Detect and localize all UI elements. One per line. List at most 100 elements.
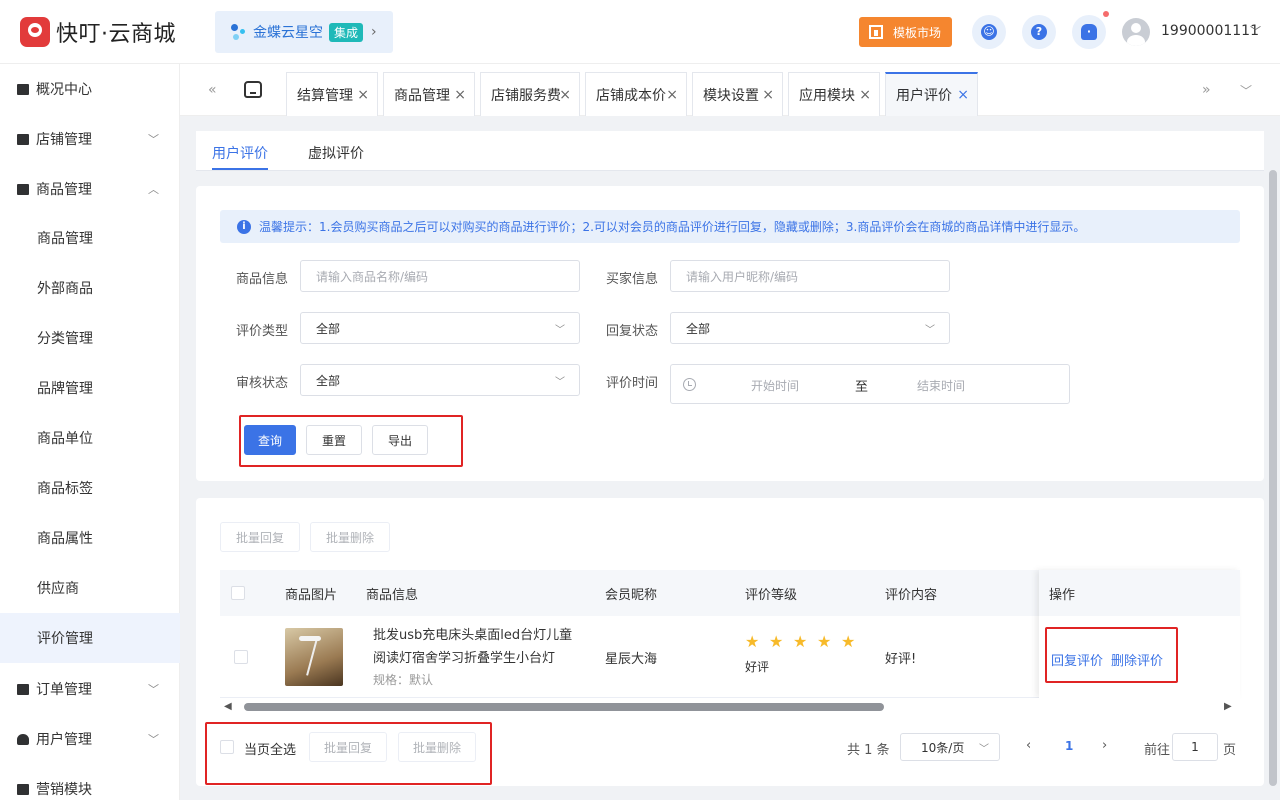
scroll-left-icon[interactable]: ◀ (224, 701, 232, 712)
row-checkbox[interactable] (234, 650, 248, 664)
highlight-box (239, 415, 463, 467)
chevron-down-icon: ﹀ (979, 743, 989, 755)
member-nickname: 星辰大海 (605, 652, 658, 667)
product-info-input[interactable]: 请输入商品名称/编码 (300, 260, 580, 292)
tab-label: 结算管理 (297, 87, 353, 104)
sidebar-subitem-tags[interactable]: 商品标签 (0, 463, 180, 513)
tab-user-reviews[interactable]: 用户评价 × (885, 72, 978, 116)
tab-module-settings[interactable]: 模块设置 × (692, 72, 783, 116)
highlight-box (205, 722, 492, 785)
lock-icon (17, 83, 29, 95)
close-icon[interactable]: × (859, 87, 871, 103)
close-icon[interactable]: × (957, 87, 969, 103)
sidebar-subitem-product-manage[interactable]: 商品管理 (0, 213, 180, 263)
template-market-button[interactable]: 模板市场 (859, 17, 952, 47)
page-size-select[interactable]: 10条/页 ﹀ (900, 733, 1000, 761)
sidebar-subitem-attributes[interactable]: 商品属性 (0, 513, 180, 563)
sidebar-item-label: 营销模块 (36, 782, 92, 798)
customer-service-button[interactable]: ☺ (972, 15, 1006, 49)
close-icon[interactable]: × (454, 87, 466, 103)
reply-status-select[interactable]: 全部 ﹀ (670, 312, 950, 344)
chevron-right-icon: › (371, 24, 377, 40)
vertical-scrollbar[interactable] (1269, 170, 1277, 786)
chevron-down-icon: ﹀ (148, 683, 159, 696)
start-time-input[interactable]: 开始时间 (751, 377, 799, 394)
integration-tag: 集成 (329, 22, 364, 42)
tab-settlement[interactable]: 结算管理 × (286, 72, 378, 116)
sidebar-subitem-external-products[interactable]: 外部商品 (0, 263, 180, 313)
page-number-current[interactable]: 1 (1065, 739, 1073, 753)
sidebar-item-orders[interactable]: 订单管理 ﹀ (0, 664, 180, 714)
sidebar-item-products[interactable]: 商品管理 ︿ (0, 164, 180, 214)
chart-icon (17, 783, 29, 795)
help-button[interactable]: ? (1022, 15, 1056, 49)
review-time-label: 评价时间 (606, 376, 659, 391)
reply-status-label: 回复状态 (606, 324, 659, 339)
info-icon: i (237, 219, 251, 234)
sidebar-item-label: 概况中心 (36, 82, 92, 98)
sidebar-item-label: 评价管理 (37, 631, 93, 647)
review-time-range[interactable]: 开始时间 至 结束时间 (670, 364, 1070, 404)
home-icon[interactable] (244, 81, 262, 98)
double-chevron-left-icon[interactable]: « (208, 82, 217, 98)
goto-page-input[interactable]: 1 (1172, 733, 1218, 761)
sidebar-subitem-category[interactable]: 分类管理 (0, 313, 180, 363)
next-page-icon[interactable]: › (1102, 738, 1107, 753)
close-icon[interactable]: × (357, 87, 369, 103)
end-time-input[interactable]: 结束时间 (917, 377, 965, 394)
subtab-virtual-reviews[interactable]: 虚拟评价 (308, 143, 364, 163)
product-image[interactable] (285, 628, 343, 686)
headset-icon: ☺ (981, 24, 997, 40)
scrollbar-thumb[interactable] (244, 703, 884, 711)
sidebar-item-users[interactable]: 用户管理 ﹀ (0, 714, 180, 764)
double-chevron-right-icon[interactable]: » (1202, 82, 1211, 98)
avatar[interactable] (1122, 18, 1150, 46)
scroll-right-icon[interactable]: ▶ (1224, 701, 1232, 712)
logo-icon (20, 17, 50, 47)
select-all-checkbox[interactable] (231, 586, 245, 600)
chevron-down-icon: ﹀ (925, 324, 935, 336)
column-header: 操作 (1049, 588, 1076, 603)
bag-icon (17, 183, 29, 195)
star-icon: ★ (841, 632, 856, 651)
logo-text: 快叮·云商城 (56, 22, 176, 47)
close-icon[interactable]: × (762, 87, 774, 103)
user-phone[interactable]: 19900001111 (1161, 23, 1259, 39)
batch-delete-button[interactable]: 批量删除 (310, 522, 390, 552)
sidebar-item-overview[interactable]: 概况中心 (0, 64, 180, 114)
kingdee-integration-badge[interactable]: 金蝶云星空 集成 › (215, 11, 393, 53)
chevron-down-icon[interactable]: ﹀ (1250, 23, 1261, 39)
subtab-user-reviews[interactable]: 用户评价 (212, 143, 268, 163)
star-icon: ★ (793, 632, 808, 651)
close-icon[interactable]: × (666, 87, 678, 103)
kingdee-logo-icon (229, 22, 249, 42)
tab-product-manage[interactable]: 商品管理 × (383, 72, 475, 116)
goto-label: 前往 (1144, 743, 1171, 758)
prev-page-icon[interactable]: ‹ (1026, 738, 1031, 753)
tab-shop-service-fee[interactable]: 店铺服务费 × (480, 72, 580, 116)
star-icon: ★ (817, 632, 832, 651)
tab-app-modules[interactable]: 应用模块 × (788, 72, 880, 116)
sidebar-subitem-reviews[interactable]: 评价管理 (0, 613, 180, 663)
chevron-down-icon[interactable]: ﹀ (1240, 82, 1252, 99)
sidebar-item-marketing[interactable]: 营销模块 (0, 764, 180, 800)
order-icon (17, 683, 29, 695)
review-type-select[interactable]: 全部 ﹀ (300, 312, 580, 344)
notification-button[interactable]: · (1072, 15, 1106, 49)
sidebar-subitem-supplier[interactable]: 供应商 (0, 563, 180, 613)
batch-reply-button[interactable]: 批量回复 (220, 522, 300, 552)
page-size-value: 10条/页 (921, 740, 965, 755)
buyer-info-input[interactable]: 请输入用户昵称/编码 (670, 260, 950, 292)
rating-text: 好评 (745, 660, 770, 674)
sidebar-item-shop[interactable]: 店铺管理 ﹀ (0, 114, 180, 164)
tab-shop-cost[interactable]: 店铺成本价 × (585, 72, 687, 116)
horizontal-scrollbar[interactable]: ◀ ▶ (220, 698, 1240, 716)
total-count: 共 1 条 (847, 743, 890, 758)
product-name[interactable]: 批发usb充电床头桌面led台灯儿童阅读灯宿舍学习折叠学生小台灯 (373, 624, 583, 670)
buyer-info-label: 买家信息 (606, 272, 659, 287)
logo[interactable]: 快叮·云商城 (20, 16, 176, 48)
close-icon[interactable]: × (559, 87, 571, 103)
audit-status-select[interactable]: 全部 ﹀ (300, 364, 580, 396)
sidebar-subitem-unit[interactable]: 商品单位 (0, 413, 180, 463)
sidebar-subitem-brand[interactable]: 品牌管理 (0, 363, 180, 413)
